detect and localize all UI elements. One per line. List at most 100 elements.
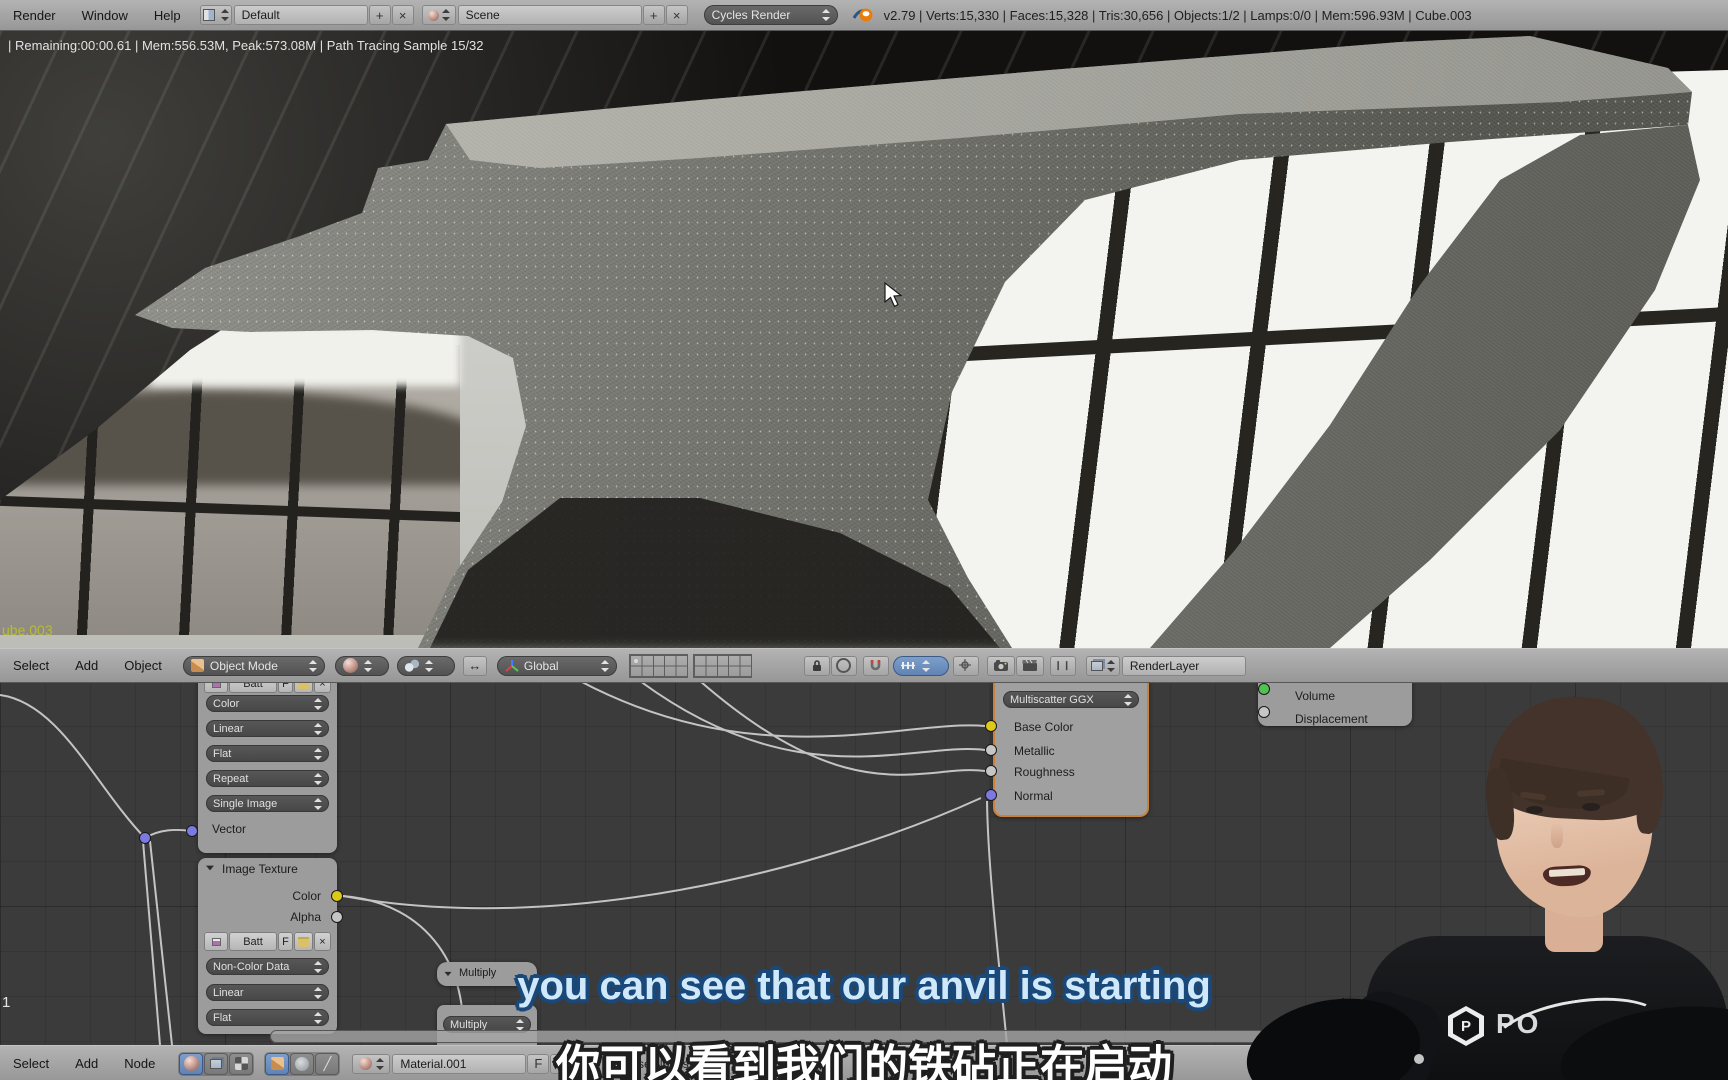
color-output-label: Color: [292, 889, 321, 903]
displacement-input-label: Displacement: [1295, 712, 1368, 726]
mouse-cursor: [884, 282, 903, 308]
render-layer-browse-button[interactable]: [1085, 655, 1120, 676]
active-layer-dot: [633, 658, 638, 663]
source-select[interactable]: Single Image: [206, 795, 329, 812]
collapse-triangle-icon[interactable]: [206, 865, 214, 871]
updown-arrows-icon: [441, 9, 450, 21]
blender-window: Render Window Help Default + × Scene + ×…: [0, 0, 1728, 1080]
projection-select[interactable]: Flat: [206, 1009, 329, 1026]
add-scene-button[interactable]: +: [642, 5, 665, 25]
editor-type-button[interactable]: [199, 5, 232, 25]
folder-icon: [298, 936, 309, 947]
interpolation-select[interactable]: Linear: [206, 720, 329, 737]
roughness-input-socket[interactable]: [985, 765, 997, 777]
roughness-input-label: Roughness: [1014, 765, 1075, 779]
updown-arrows-icon: [1106, 659, 1115, 672]
node-title: Image Texture: [222, 862, 298, 876]
snap-element-select[interactable]: [892, 655, 949, 676]
orientation-label: Global: [523, 658, 559, 673]
scene-icon: [427, 9, 439, 21]
menu-add[interactable]: Add: [62, 658, 111, 673]
mode-label: Object Mode: [209, 658, 278, 673]
updown-arrows-icon: [220, 9, 229, 21]
proportional-edit-button[interactable]: [830, 655, 857, 676]
scene-name-field[interactable]: Scene: [457, 5, 642, 25]
updown-arrows-icon: [921, 659, 930, 672]
render-viewport[interactable]: | Remaining:00:00.61 | Mem:556.53M, Peak…: [0, 30, 1728, 648]
reroute-socket[interactable]: [139, 832, 151, 844]
menu-help[interactable]: Help: [141, 8, 194, 23]
layer-grid-2[interactable]: [692, 653, 752, 678]
viewport-header: Select Add Object Object Mode ↔ Global ❙…: [0, 648, 1728, 683]
image-icon: [211, 937, 221, 946]
menu-select[interactable]: Select: [0, 658, 62, 673]
normal-input-socket[interactable]: [985, 789, 997, 801]
subtitle-chinese: 你可以看到我们的铁砧正在启动: [556, 1041, 1172, 1080]
subtitle-english: you can see that our anvil is starting: [517, 964, 1211, 1008]
vector-input-label: Vector: [212, 822, 247, 836]
displacement-input-socket[interactable]: [1258, 706, 1270, 718]
axis-icon: [505, 659, 519, 672]
color-space-select[interactable]: Color: [206, 695, 329, 712]
engine-label: Cycles Render: [711, 8, 791, 22]
pause-render-button[interactable]: ❙❙: [1049, 655, 1076, 676]
opengl-render-image-button[interactable]: [986, 655, 1015, 676]
image-texture-node-top[interactable]: Batt F × Color Linear Flat Repeat Single…: [198, 681, 337, 853]
magnet-icon: [871, 660, 881, 671]
updown-arrows-icon: [821, 9, 830, 21]
image-name-field[interactable]: Batt: [229, 932, 277, 951]
mode-select[interactable]: Object Mode: [182, 655, 325, 676]
screen-layout-icon: [202, 9, 215, 21]
snap-increment-icon: [900, 662, 915, 669]
image-selector-row: Batt F ×: [204, 932, 331, 951]
snap-target-icon: [959, 659, 972, 671]
transform-orientation-select[interactable]: Global: [496, 655, 617, 676]
menu-window[interactable]: Window: [69, 8, 141, 23]
extension-select[interactable]: Repeat: [206, 770, 329, 787]
layer-grid-1[interactable]: [628, 653, 688, 678]
shading-sphere-icon: [342, 658, 358, 673]
material-output-node[interactable]: Volume Displacement: [1258, 681, 1412, 726]
delete-layout-button[interactable]: ×: [391, 5, 414, 25]
metallic-input-socket[interactable]: [985, 744, 997, 756]
scene-browse-button[interactable]: [421, 5, 456, 25]
vector-input-socket[interactable]: [186, 825, 198, 837]
updown-arrows-icon: [424, 659, 433, 672]
render-engine-select[interactable]: Cycles Render: [703, 5, 838, 25]
menu-object[interactable]: Object: [111, 658, 175, 673]
pivot-point-select[interactable]: [396, 655, 455, 676]
render-layers-icon: [1090, 660, 1103, 671]
fake-user-button[interactable]: F: [278, 932, 293, 951]
clapperboard-icon: [1021, 659, 1037, 671]
normal-input-label: Normal: [1014, 789, 1053, 803]
blender-logo-icon: [852, 8, 873, 22]
viewport-shading-select[interactable]: [334, 655, 389, 676]
volume-input-label: Volume: [1295, 689, 1336, 703]
unlink-image-button[interactable]: ×: [314, 932, 331, 951]
render-status-text: | Remaining:00:00.61 | Mem:556.53M, Peak…: [8, 38, 484, 53]
info-bar: Render Window Help Default + × Scene + ×…: [0, 0, 1728, 31]
render-layer-field[interactable]: RenderLayer: [1121, 655, 1246, 676]
lock-to-scene-button[interactable]: [803, 655, 830, 676]
menu-render[interactable]: Render: [0, 8, 69, 23]
metallic-input-label: Metallic: [1014, 744, 1055, 758]
snap-toggle-button[interactable]: [862, 655, 889, 676]
object-mode-icon: [190, 659, 204, 672]
open-image-button[interactable]: [294, 932, 313, 951]
principled-bsdf-node[interactable]: Multiscatter GGX Base Color Metallic Rou…: [993, 681, 1149, 817]
color-output-socket[interactable]: [331, 890, 343, 902]
delete-scene-button[interactable]: ×: [665, 5, 688, 25]
manipulator-toggle[interactable]: ↔: [462, 655, 487, 676]
distribution-select[interactable]: Multiscatter GGX: [1003, 691, 1139, 708]
camera-icon: [993, 660, 1008, 671]
alpha-output-socket[interactable]: [331, 911, 343, 923]
volume-input-socket[interactable]: [1258, 683, 1270, 695]
opengl-render-animation-button[interactable]: [1015, 655, 1044, 676]
add-layout-button[interactable]: +: [368, 5, 391, 25]
projection-select[interactable]: Flat: [206, 745, 329, 762]
screen-layout-field[interactable]: Default: [233, 5, 368, 25]
image-browse-button[interactable]: [204, 932, 228, 951]
alpha-output-label: Alpha: [290, 910, 321, 924]
base-color-input-socket[interactable]: [985, 720, 997, 732]
snap-target-button[interactable]: [952, 655, 979, 676]
